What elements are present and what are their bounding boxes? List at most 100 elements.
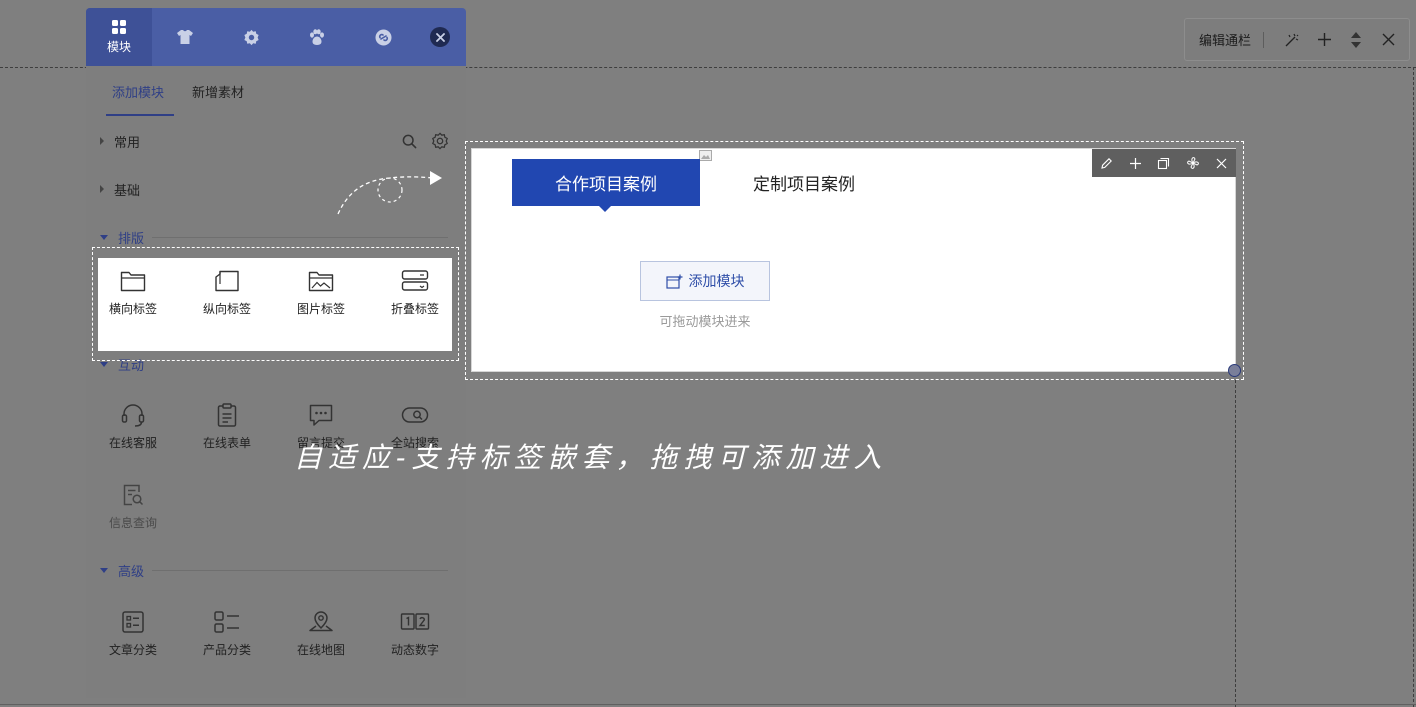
module-toolbar xyxy=(1092,149,1236,177)
map-pin-icon xyxy=(309,611,333,632)
close-icon xyxy=(1382,33,1395,46)
magic-wand-button[interactable] xyxy=(1276,25,1308,55)
module-label: 动态数字 xyxy=(390,643,439,657)
category-advanced[interactable]: 高级 xyxy=(100,560,144,580)
add-section-button[interactable] xyxy=(1308,25,1340,55)
active-tab-caret xyxy=(598,205,612,212)
expanded-arrow-icon xyxy=(100,234,108,240)
headset-icon xyxy=(121,404,145,427)
edit-bar-button[interactable]: 编辑通栏 xyxy=(1199,30,1251,49)
tab-custom-cases[interactable]: 定制项目案例 xyxy=(740,159,868,206)
category-common-label: 常用 xyxy=(114,135,141,151)
grid-icon xyxy=(112,20,126,34)
image-tab-icon xyxy=(308,271,334,292)
module-label: 折叠标签 xyxy=(390,302,439,316)
module-dynamic-number[interactable]: 动态数字 xyxy=(368,599,462,677)
plus-icon xyxy=(1129,157,1141,169)
shirt-icon xyxy=(177,30,193,44)
copy-icon xyxy=(1158,157,1170,169)
search-box-icon xyxy=(401,407,429,423)
subtab-add-module[interactable]: 添加模块 xyxy=(112,82,164,101)
module-horizontal-tab[interactable]: 横向标签 xyxy=(86,258,180,336)
tab-settings[interactable] xyxy=(218,8,284,66)
dashed-arrow-icon xyxy=(337,171,442,215)
edit-module-button[interactable] xyxy=(1092,149,1121,177)
folder-tab-icon xyxy=(120,271,146,292)
drag-hint-text: 可拖动模块进来 xyxy=(659,315,751,330)
canvas-guide-right xyxy=(1413,67,1414,707)
resize-handle[interactable] xyxy=(1228,364,1241,377)
layout-items-box: 横向标签 纵向标签 图片标签 折叠标签 xyxy=(98,258,452,351)
module-article-category[interactable]: 文章分类 xyxy=(86,599,180,677)
tab-theme[interactable] xyxy=(152,8,218,66)
module-label: 产品分类 xyxy=(202,643,251,657)
pinwheel-icon xyxy=(1186,157,1199,169)
category-advanced-label: 高级 xyxy=(118,564,145,580)
module-online-map[interactable]: 在线地图 xyxy=(274,599,368,677)
tab-pets[interactable] xyxy=(284,8,350,66)
clipboard-icon xyxy=(217,403,237,427)
edit-bar-separator xyxy=(1263,31,1265,48)
collapsed-arrow-icon xyxy=(100,185,104,193)
plus-icon xyxy=(1317,33,1331,46)
module-collapse-tab[interactable]: 折叠标签 xyxy=(368,258,462,336)
move-section-button[interactable] xyxy=(1340,25,1372,55)
article-category-icon xyxy=(122,611,144,633)
add-module-label: 添加模块 xyxy=(688,274,745,290)
panel-close-button[interactable] xyxy=(430,27,450,47)
category-layout[interactable]: 排版 xyxy=(100,227,144,247)
module-effects-button[interactable] xyxy=(1178,149,1207,177)
tab-cooperation-cases[interactable]: 合作项目案例 xyxy=(512,159,700,206)
pencil-icon xyxy=(1101,157,1112,169)
module-image-tab[interactable]: 图片标签 xyxy=(274,258,368,336)
magic-wand-icon xyxy=(1285,33,1299,46)
expanded-arrow-icon xyxy=(100,567,108,573)
settings-gear-icon[interactable] xyxy=(431,132,449,150)
module-vertical-tab[interactable]: 纵向标签 xyxy=(180,258,274,336)
search-icon[interactable] xyxy=(402,134,417,149)
delete-module-button[interactable] xyxy=(1207,149,1236,177)
add-module-icon xyxy=(665,274,682,289)
feature-caption: 自适应-支持标签嵌套，拖拽可添加进入 xyxy=(294,441,888,474)
module-label: 信息查询 xyxy=(108,516,157,530)
close-icon xyxy=(435,32,445,42)
category-divider xyxy=(152,237,448,238)
module-label: 图片标签 xyxy=(296,302,345,316)
subtab-new-asset[interactable]: 新增素材 xyxy=(192,82,244,101)
gear-icon xyxy=(243,29,259,45)
number-counter-icon xyxy=(400,613,430,630)
canvas-guide-inner xyxy=(1235,380,1236,707)
paw-icon xyxy=(310,28,324,45)
up-down-arrows-icon xyxy=(1351,31,1362,48)
category-basic-label: 基础 xyxy=(114,183,141,199)
category-basic[interactable]: 基础 xyxy=(100,179,140,199)
accordion-icon xyxy=(401,270,429,291)
module-online-service[interactable]: 在线客服 xyxy=(86,392,180,470)
module-online-form[interactable]: 在线表单 xyxy=(180,392,274,470)
canvas-bottom-border xyxy=(0,704,1416,705)
panel-header: 模块 xyxy=(86,8,466,66)
edit-bar: 编辑通栏 xyxy=(1184,18,1410,61)
module-label: 在线客服 xyxy=(108,436,157,450)
module-label: 横向标签 xyxy=(108,302,157,316)
chat-bubble-icon xyxy=(309,404,333,426)
panel-subtabs: 添加模块 新增素材 xyxy=(86,66,466,116)
add-button[interactable] xyxy=(1121,149,1150,177)
tab-modules[interactable]: 模块 xyxy=(86,8,152,66)
module-label: 纵向标签 xyxy=(202,302,251,316)
product-list-icon xyxy=(214,611,239,633)
module-product-category[interactable]: 产品分类 xyxy=(180,599,274,677)
link-icon xyxy=(375,29,391,45)
image-placeholder-icon[interactable] xyxy=(699,150,712,161)
subtab-active-indicator xyxy=(106,114,174,116)
add-module-button[interactable]: 添加模块 xyxy=(640,261,770,301)
tab-links[interactable] xyxy=(350,8,416,66)
module-label: 文章分类 xyxy=(108,643,157,657)
copy-module-button[interactable] xyxy=(1150,149,1179,177)
category-common[interactable]: 常用 xyxy=(100,131,140,151)
close-section-button[interactable] xyxy=(1372,25,1404,55)
module-label: 在线表单 xyxy=(202,436,251,450)
vertical-tab-icon xyxy=(215,270,239,292)
module-info-query[interactable]: 信息查询 xyxy=(86,472,180,550)
module-label: 在线地图 xyxy=(296,643,345,657)
